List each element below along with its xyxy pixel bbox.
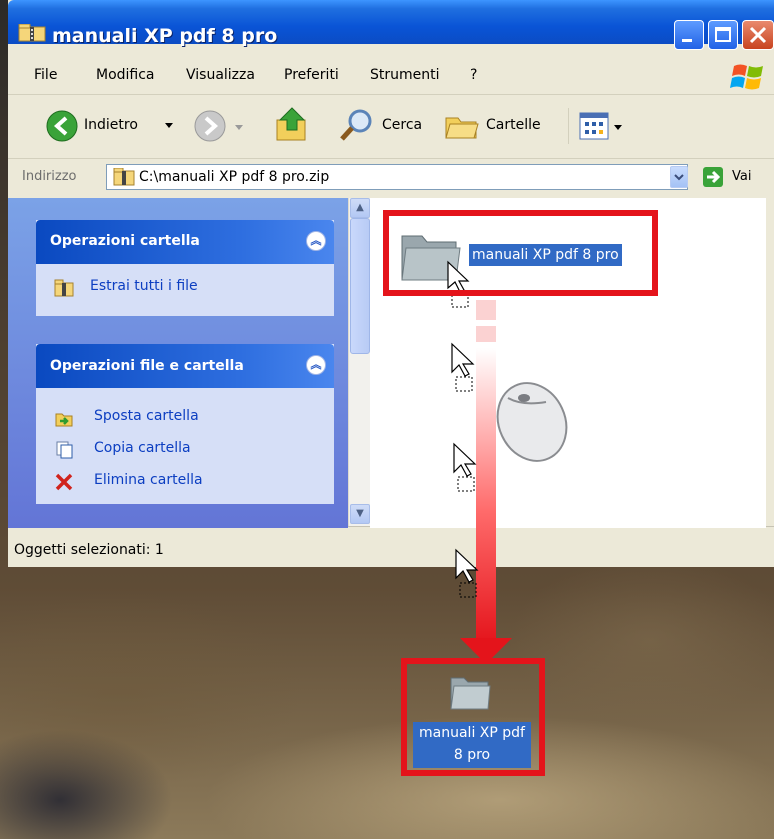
highlight-source-box bbox=[383, 210, 658, 296]
desktop-folder-icon[interactable] bbox=[448, 672, 492, 712]
cursor-icon bbox=[453, 442, 477, 492]
desktop-folder-label-line2: 8 pro bbox=[453, 747, 491, 763]
cursor-icon bbox=[455, 548, 479, 598]
cursor-icon bbox=[451, 342, 475, 392]
desktop-folder-label-line1: manuali XP pdf bbox=[419, 725, 525, 741]
desktop-folder-label[interactable]: manuali XP pdf 8 pro bbox=[413, 722, 531, 768]
drag-arrow bbox=[447, 260, 512, 664]
